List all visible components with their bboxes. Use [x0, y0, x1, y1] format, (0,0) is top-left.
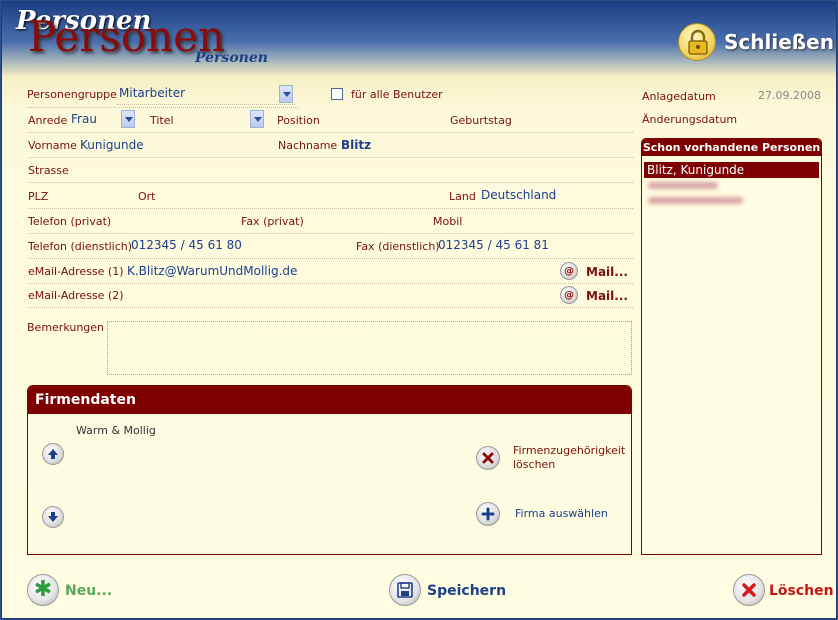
mail-button-2[interactable]: Mail... — [586, 289, 628, 303]
chevron-down-icon[interactable] — [121, 110, 135, 128]
anlagedatum-label: Anlagedatum — [642, 90, 716, 103]
telefon-privat-label: Telefon (privat) — [28, 215, 112, 228]
floppy-disk-icon — [389, 574, 421, 606]
chevron-down-icon[interactable] — [250, 110, 264, 128]
fax-privat-input[interactable] — [302, 211, 427, 230]
existing-person-item-selected[interactable]: Blitz, Kunigunde — [644, 162, 819, 178]
divider — [28, 157, 633, 158]
bemerkungen-textarea[interactable] — [107, 321, 632, 375]
fax-privat-label: Fax (privat) — [241, 215, 304, 228]
nachname-input[interactable]: Blitz — [341, 138, 371, 152]
divider — [28, 182, 633, 183]
position-input[interactable] — [322, 110, 442, 129]
delete-label: Löschen — [769, 583, 834, 599]
firmendaten-header: Firmendaten — [28, 386, 631, 414]
personengruppe-value: Mitarbeiter — [119, 86, 186, 100]
arrow-down-icon[interactable] — [42, 506, 64, 528]
fuer-alle-benutzer-checkbox[interactable] — [331, 88, 343, 100]
firmendaten-panel: Firmendaten Warm & Mollig Firmenzugehöri… — [27, 385, 632, 555]
anlagedatum-value: 27.09.2008 — [758, 89, 821, 102]
land-label: Land — [449, 190, 476, 203]
asterisk-icon: ✱ — [27, 574, 59, 606]
telefon-dienstlich-label: Telefon (dienstlich) — [28, 240, 133, 253]
email1-input[interactable]: K.Blitz@WarumUndMollig.de — [127, 264, 297, 278]
bemerkungen-label: Bemerkungen — [27, 321, 105, 334]
mobil-input[interactable] — [466, 211, 626, 230]
blurred-list-item[interactable] — [648, 197, 743, 204]
vorname-label: Vorname — [28, 139, 77, 152]
anrede-value: Frau — [71, 112, 97, 126]
plz-input[interactable] — [52, 186, 132, 205]
header-title-shadow: Personen — [195, 50, 268, 66]
personengruppe-select[interactable]: Mitarbeiter — [117, 85, 295, 105]
remove-firm-button[interactable]: Firmenzugehörigkeit löschen — [513, 444, 633, 472]
divider — [28, 258, 633, 259]
delete-button[interactable]: Löschen — [733, 574, 834, 608]
save-label: Speichern — [427, 583, 507, 599]
add-firm-icon[interactable] — [476, 502, 500, 526]
vorname-input[interactable]: Kunigunde — [80, 138, 144, 152]
ort-input[interactable] — [162, 186, 442, 205]
nachname-label: Nachname — [278, 139, 338, 152]
fax-dienstlich-label: Fax (dienstlich) — [356, 240, 440, 253]
new-label: Neu... — [65, 583, 113, 599]
fax-dienstlich-input[interactable]: 012345 / 45 61 81 — [438, 238, 549, 252]
position-label: Position — [277, 114, 320, 127]
telefon-dienstlich-input[interactable]: 012345 / 45 61 80 — [131, 238, 242, 252]
strasse-label: Strasse — [28, 164, 69, 177]
divider — [28, 107, 298, 108]
lock-icon — [678, 23, 716, 61]
save-button[interactable]: Speichern — [389, 574, 507, 608]
divider — [28, 208, 633, 209]
close-x-icon — [733, 574, 765, 606]
existing-person-name: Blitz, Kunigunde — [647, 163, 745, 177]
existing-persons-header: Schon vorhandene Personen — [642, 139, 821, 156]
firm-list-item[interactable]: Warm & Mollig — [76, 424, 156, 437]
land-input[interactable]: Deutschland — [481, 188, 556, 202]
email2-input[interactable] — [127, 286, 547, 305]
email1-label: eMail-Adresse (1) — [28, 265, 124, 278]
email2-label: eMail-Adresse (2) — [28, 289, 124, 302]
close-button[interactable]: Schließen — [675, 20, 834, 66]
arrow-up-icon[interactable] — [42, 443, 64, 465]
blurred-list-item[interactable] — [648, 182, 718, 189]
ort-label: Ort — [138, 190, 156, 203]
new-button[interactable]: ✱ Neu... — [27, 574, 117, 608]
titel-label: Titel — [150, 114, 174, 127]
personengruppe-label: Personengruppe — [27, 88, 117, 101]
select-firm-button[interactable]: Firma auswählen — [515, 507, 608, 520]
chevron-down-icon[interactable] — [279, 85, 293, 103]
geburtstag-input[interactable] — [514, 110, 629, 129]
remove-firm-icon[interactable] — [476, 446, 500, 470]
close-label: Schließen — [724, 30, 834, 54]
anrede-label: Anrede — [28, 114, 68, 127]
firmendaten-title: Firmendaten — [35, 392, 136, 408]
plz-label: PLZ — [28, 190, 49, 203]
telefon-privat-input[interactable] — [110, 211, 235, 230]
divider — [28, 233, 633, 234]
existing-persons-panel: Schon vorhandene Personen Blitz, Kunigun… — [641, 138, 822, 555]
anrede-select[interactable]: Frau — [69, 110, 137, 129]
mail-at-icon[interactable]: @ — [560, 286, 578, 304]
divider — [28, 132, 633, 133]
divider — [28, 307, 633, 308]
existing-persons-title: Schon vorhandene Personen — [642, 141, 821, 154]
titel-select[interactable] — [177, 110, 267, 129]
persons-window: Personen Personen Personen Schließen Per… — [1, 1, 837, 619]
aenderungsdatum-label: Änderungsdatum — [642, 113, 738, 126]
mail-at-icon[interactable]: @ — [560, 262, 578, 280]
mobil-label: Mobil — [433, 215, 463, 228]
geburtstag-label: Geburtstag — [450, 114, 512, 127]
fuer-alle-benutzer-label: für alle Benutzer — [351, 88, 443, 101]
mail-button-1[interactable]: Mail... — [586, 265, 628, 279]
strasse-input[interactable] — [80, 160, 630, 179]
divider — [28, 283, 633, 284]
